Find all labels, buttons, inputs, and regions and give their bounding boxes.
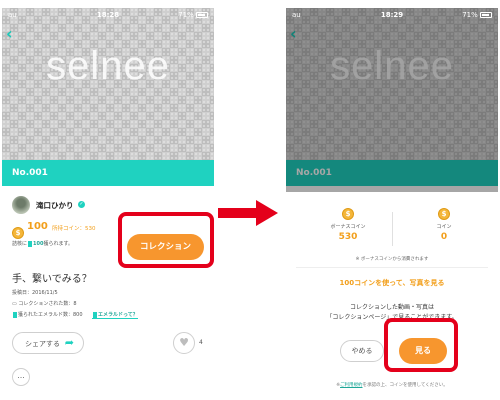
avatar[interactable] <box>12 196 30 214</box>
phone-screen-before: au 18:28 71% ‹ selnee No.001 滝口ひかり ✓ $ 1… <box>2 8 214 392</box>
battery-percent: 71% <box>178 11 194 19</box>
highlight-view-button <box>384 318 458 372</box>
reward-note: 詰核に 100獲られます。 <box>12 240 73 247</box>
emerald-icon <box>13 311 17 318</box>
emerald-count: 獲られたエメラルド数：800 <box>12 311 83 318</box>
battery-icon <box>196 12 208 18</box>
status-bar: au 18:28 71% <box>2 8 214 22</box>
transition-arrow <box>218 200 278 230</box>
emerald-icon <box>28 240 33 247</box>
item-number: No.001 <box>12 168 48 178</box>
like-count: 4 <box>199 339 203 346</box>
use-coin-message: 100コインを使って、写真を見る <box>339 279 445 287</box>
share-button[interactable]: シェアする ➦ <box>12 332 84 354</box>
coin-icon: $ <box>12 226 24 239</box>
more-icon[interactable]: ... <box>12 368 30 386</box>
bonus-coin-column: $ ボーナスコイン 530 <box>308 208 388 242</box>
bonus-coin-label: ボーナスコイン <box>330 224 366 230</box>
watermark-logo: selnee <box>46 44 170 88</box>
heart-icon: ♥ <box>179 336 189 349</box>
terms-link[interactable]: ご利用規約 <box>340 383 363 388</box>
back-icon[interactable]: ‹ <box>6 26 13 42</box>
bonus-coin-value: 530 <box>338 232 358 242</box>
terms-note: ※ご利用規約を承認の上、コインを使用してください。 <box>336 383 448 388</box>
verified-icon: ✓ <box>78 201 85 208</box>
number-bar: No.001 <box>2 160 214 186</box>
share-arrow-icon: ➦ <box>64 336 74 349</box>
post-title: 手、繋いでみる？ <box>12 274 92 285</box>
modal-overlay[interactable] <box>286 8 498 192</box>
coin-value: 0 <box>440 232 448 242</box>
coin-icon: $ <box>438 208 450 220</box>
battery-percent: 71% <box>462 11 478 19</box>
owned-coins: 所持コイン：530 <box>52 226 96 232</box>
highlight-collection-button <box>118 212 214 268</box>
coin-label: コイン <box>436 224 452 230</box>
collected-count: ▭ コレクションされた数：8 <box>12 301 77 307</box>
username[interactable]: 滝口ひかり <box>36 200 74 211</box>
coin-column: $ コイン 0 <box>404 208 484 242</box>
emerald-help-link[interactable]: エメラルドって？ <box>92 311 138 319</box>
price: 100 <box>27 221 48 232</box>
column-divider <box>392 212 393 246</box>
coin-icon: $ <box>342 208 354 220</box>
consumption-note: ※ ボーナスコインから消費されます <box>355 257 429 262</box>
divider <box>296 267 488 268</box>
battery-icon <box>480 12 492 18</box>
cancel-button[interactable]: やめる <box>340 340 384 362</box>
status-bar: au 18:29 71% <box>286 8 498 22</box>
post-date: 投稿日：2016/11/5 <box>12 290 58 296</box>
like-button[interactable]: ♥ <box>173 332 195 354</box>
description-line-1: コレクションした動画・写真は <box>349 304 434 311</box>
